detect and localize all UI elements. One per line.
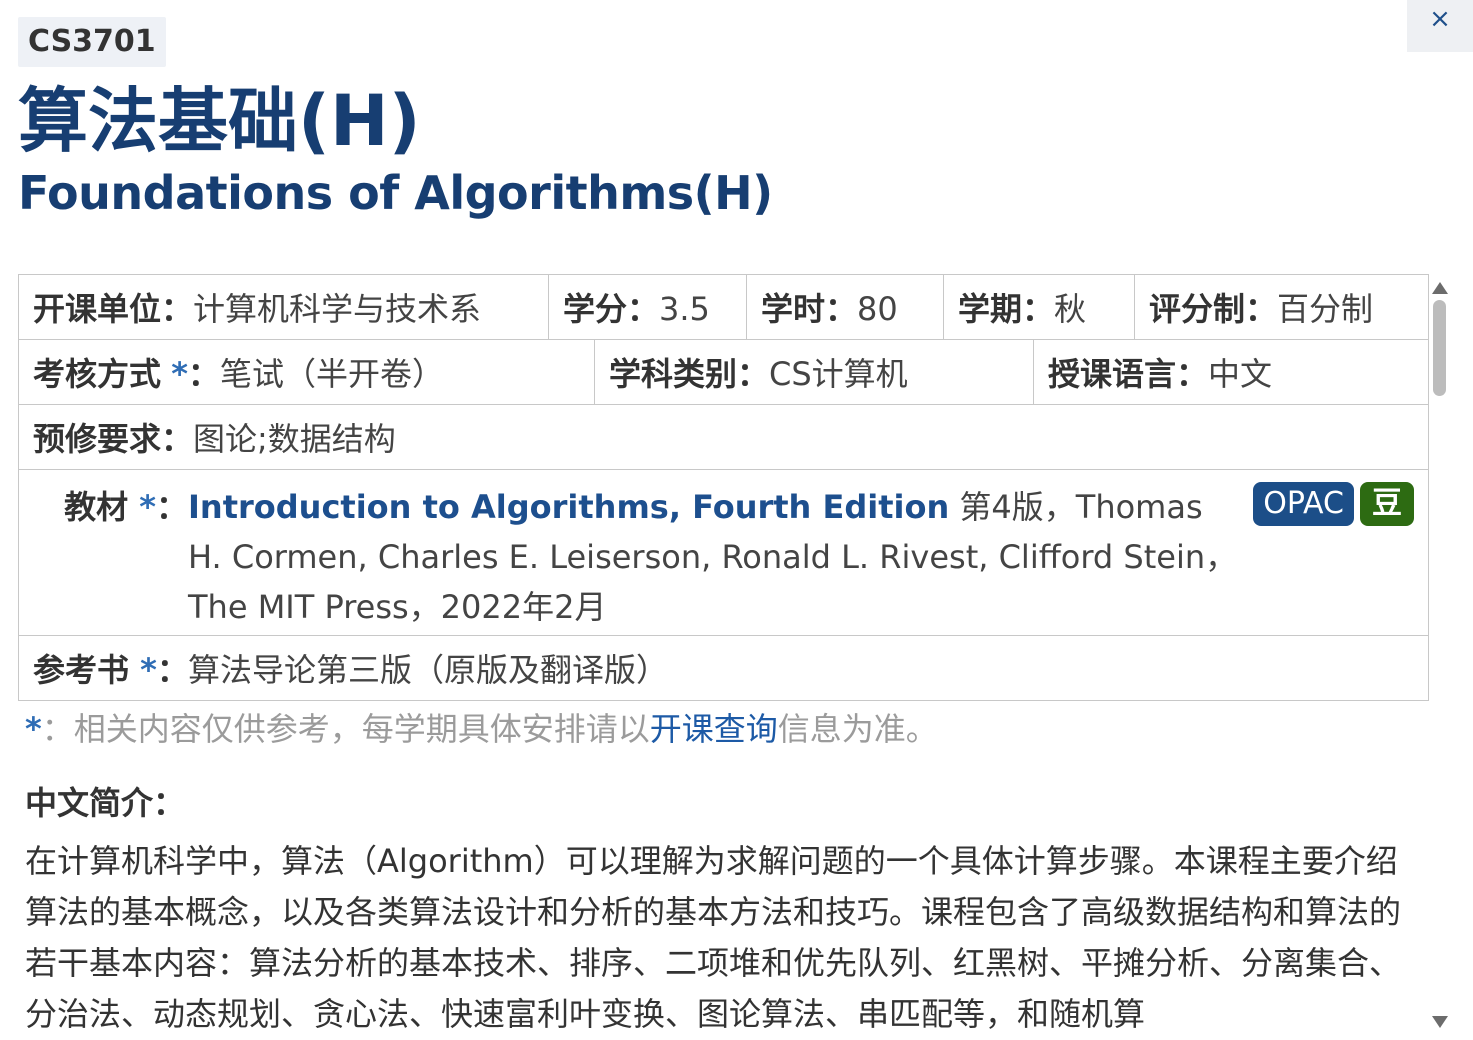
scroll-down-arrow-icon[interactable] [1432, 1016, 1448, 1028]
douban-button[interactable]: 豆 [1360, 482, 1414, 526]
intro-heading: 中文简介： [25, 784, 186, 822]
prereq-value: 图论;数据结构 [193, 420, 396, 458]
dept-label: 开课单位： [33, 290, 194, 328]
exam-star: * [171, 355, 188, 393]
scroll-thumb[interactable] [1433, 300, 1446, 396]
term-label: 学期： [958, 290, 1055, 328]
exam-cell: 考核方式 *：笔试（半开卷） [18, 339, 595, 405]
hours-cell: 学时：80 [746, 274, 944, 340]
textbook-label: 教材 *： [64, 488, 188, 526]
textbook-cell: 教材 *： Introduction to Algorithms, Fourth… [18, 469, 1429, 636]
prereq-cell: 预修要求：图论;数据结构 [18, 404, 1429, 470]
info-row-1: 开课单位：计算机科学与技术系 学分：3.5 学时：80 学期：秋 评分制：百分制 [18, 274, 1429, 340]
textbook-colon: ： [155, 488, 188, 526]
course-title-zh: 算法基础(H) [18, 80, 421, 162]
category-cell: 学科类别：CS计算机 [594, 339, 1034, 405]
credit-label: 学分： [563, 290, 660, 328]
course-info-table: 开课单位：计算机科学与技术系 学分：3.5 学时：80 学期：秋 评分制：百分制… [18, 274, 1429, 701]
info-row-reference: 参考书 *：算法导论第三版（原版及翻译版） [18, 635, 1429, 701]
disclaimer-note: *：相关内容仅供参考，每学期具体安排请以开课查询信息为准。 [25, 706, 938, 752]
note-star: * [25, 710, 42, 748]
reference-star: * [140, 651, 157, 689]
prereq-label: 预修要求： [33, 420, 194, 458]
textbook-info: Introduction to Algorithms, Fourth Editi… [188, 482, 1253, 632]
category-label: 学科类别： [609, 355, 770, 393]
note-text-after: 信息为准。 [777, 710, 938, 748]
note-text-before: ：相关内容仅供参考，每学期具体安排请以 [41, 710, 650, 748]
info-row-textbook: 教材 *： Introduction to Algorithms, Fourth… [18, 469, 1429, 636]
credit-cell: 学分：3.5 [548, 274, 747, 340]
intro-text: 在计算机科学中，算法（Algorithm）可以理解为求解问题的一个具体计算步骤。… [25, 842, 1402, 1033]
textbook-star: * [139, 488, 156, 526]
opac-button[interactable]: OPAC [1253, 482, 1354, 526]
info-row-3: 预修要求：图论;数据结构 [18, 404, 1429, 470]
exam-value: 笔试（半开卷） [219, 355, 444, 393]
course-title-en: Foundations of Algorithms(H) [18, 166, 773, 220]
term-value: 秋 [1054, 290, 1087, 328]
scrollbar[interactable] [1430, 276, 1450, 1038]
hours-label: 学时： [761, 290, 858, 328]
scroll-up-arrow-icon[interactable] [1432, 282, 1448, 294]
credit-value: 3.5 [659, 290, 710, 328]
language-cell: 授课语言：中文 [1033, 339, 1429, 405]
dept-value: 计算机科学与技术系 [193, 290, 482, 328]
language-value: 中文 [1208, 355, 1273, 393]
textbook-title-link[interactable]: Introduction to Algorithms, Fourth Editi… [188, 488, 949, 526]
dept-cell: 开课单位：计算机科学与技术系 [18, 274, 549, 340]
reference-value: 算法导论第三版（原版及翻译版） [188, 651, 669, 689]
course-query-link[interactable]: 开课查询 [650, 710, 778, 748]
grading-label: 评分制： [1149, 290, 1278, 328]
info-row-2: 考核方式 *：笔试（半开卷） 学科类别：CS计算机 授课语言：中文 [18, 339, 1429, 405]
language-label: 授课语言： [1048, 355, 1209, 393]
exam-colon: ： [187, 355, 220, 393]
course-code-badge: CS3701 [18, 17, 166, 67]
close-icon: × [1429, 4, 1451, 34]
term-cell: 学期：秋 [943, 274, 1135, 340]
grading-cell: 评分制：百分制 [1134, 274, 1429, 340]
category-value: CS计算机 [769, 355, 908, 393]
exam-label: 考核方式 [33, 355, 162, 393]
hours-value: 80 [857, 290, 898, 328]
reference-label: 参考书 *： [33, 651, 189, 689]
close-button[interactable]: × [1407, 0, 1473, 52]
grading-value: 百分制 [1277, 290, 1374, 328]
reference-cell: 参考书 *：算法导论第三版（原版及翻译版） [18, 635, 1429, 701]
